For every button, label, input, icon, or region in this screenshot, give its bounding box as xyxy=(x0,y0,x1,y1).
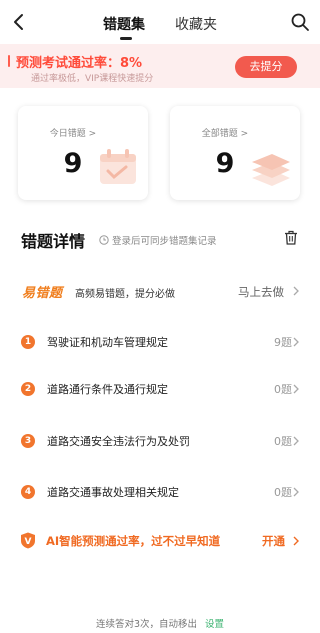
easy-wrong-logo: 易错题 xyxy=(22,286,63,301)
tab-favorites[interactable]: 收藏夹 xyxy=(175,14,217,34)
wrong-details-title: 错题详情 xyxy=(21,232,86,251)
chapter-label: 道路通行条件及通行规定 xyxy=(47,383,168,396)
chevron-right-icon xyxy=(293,536,299,546)
tab-wrong-questions[interactable]: 错题集 xyxy=(103,14,145,34)
top-nav: 错题集 收藏夹 xyxy=(0,0,320,44)
search-icon[interactable] xyxy=(290,12,310,32)
chapter-label: 驾驶证和机动车管理规定 xyxy=(47,336,168,349)
chapter-number: 4 xyxy=(21,485,35,499)
all-wrong-label: 全部错题 > xyxy=(201,129,249,139)
vip-badge-icon: V xyxy=(21,532,35,549)
vip-badge-letter: V xyxy=(25,537,32,547)
chapter-number: 2 xyxy=(21,382,35,396)
pass-rate-subtitle: 通过率极低，VIP课程快速提分 xyxy=(31,74,154,84)
pass-rate-banner: 预测考试通过率：8% 通过率极低，VIP课程快速提分 去提分 xyxy=(0,44,320,88)
ai-predict-row[interactable]: V AI智能预测通过率，过不过早知道 开通 xyxy=(0,530,320,554)
chapter-count: 0题 xyxy=(274,435,292,448)
today-wrong-label: 今日错题 > xyxy=(49,129,97,139)
open-vip-link[interactable]: 开通 xyxy=(262,533,285,549)
settings-link[interactable]: 设置 xyxy=(205,619,224,630)
banner-accent-bar xyxy=(8,55,10,67)
clock-icon xyxy=(99,235,109,245)
chapter-label: 道路交通事故处理相关规定 xyxy=(47,486,179,499)
pass-rate-title: 预测考试通过率：8% xyxy=(16,56,143,71)
calendar-icon xyxy=(100,149,136,184)
chevron-right-icon xyxy=(293,384,299,394)
chapter-row-3[interactable]: 3 道路交通安全违法行为及处罚 0题 xyxy=(0,430,320,456)
footer-bar: 连续答对3次，自动移出 设置 xyxy=(0,616,320,630)
chapter-count: 9题 xyxy=(274,336,292,349)
easy-wrong-desc: 高频易错题，提分必做 xyxy=(75,289,175,300)
chapter-count: 0题 xyxy=(274,383,292,396)
chevron-right-icon xyxy=(293,286,299,296)
chapter-row-1[interactable]: 1 驾驶证和机动车管理规定 9题 xyxy=(0,331,320,357)
chevron-right-icon xyxy=(293,337,299,347)
stacked-books-icon xyxy=(252,154,290,186)
login-sync-note: 登录后可同步错题集记录 xyxy=(99,233,217,247)
chapter-row-4[interactable]: 4 道路交通事故处理相关规定 0题 xyxy=(0,481,320,507)
chapter-count: 0题 xyxy=(274,486,292,499)
back-arrow-icon[interactable] xyxy=(9,12,29,32)
chapter-label: 道路交通安全违法行为及处罚 xyxy=(47,435,190,448)
today-wrong-card[interactable]: 今日错题 > 9 xyxy=(18,106,148,200)
ai-predict-text: AI智能预测通过率，过不过早知道 xyxy=(46,534,221,548)
all-wrong-card[interactable]: 全部错题 > 9 xyxy=(170,106,300,200)
login-sync-text: 登录后可同步错题集记录 xyxy=(112,236,217,247)
chapter-number: 3 xyxy=(21,434,35,448)
chevron-right-icon xyxy=(293,436,299,446)
active-tab-indicator xyxy=(120,37,132,40)
chapter-row-2[interactable]: 2 道路通行条件及通行规定 0题 xyxy=(0,378,320,404)
chapter-number: 1 xyxy=(21,335,35,349)
improve-score-button[interactable]: 去提分 xyxy=(235,56,297,78)
chevron-right-icon xyxy=(293,487,299,497)
auto-remove-note: 连续答对3次，自动移出 xyxy=(95,619,198,630)
trash-icon[interactable] xyxy=(284,230,298,245)
do-now-link[interactable]: 马上去做 xyxy=(238,284,284,300)
